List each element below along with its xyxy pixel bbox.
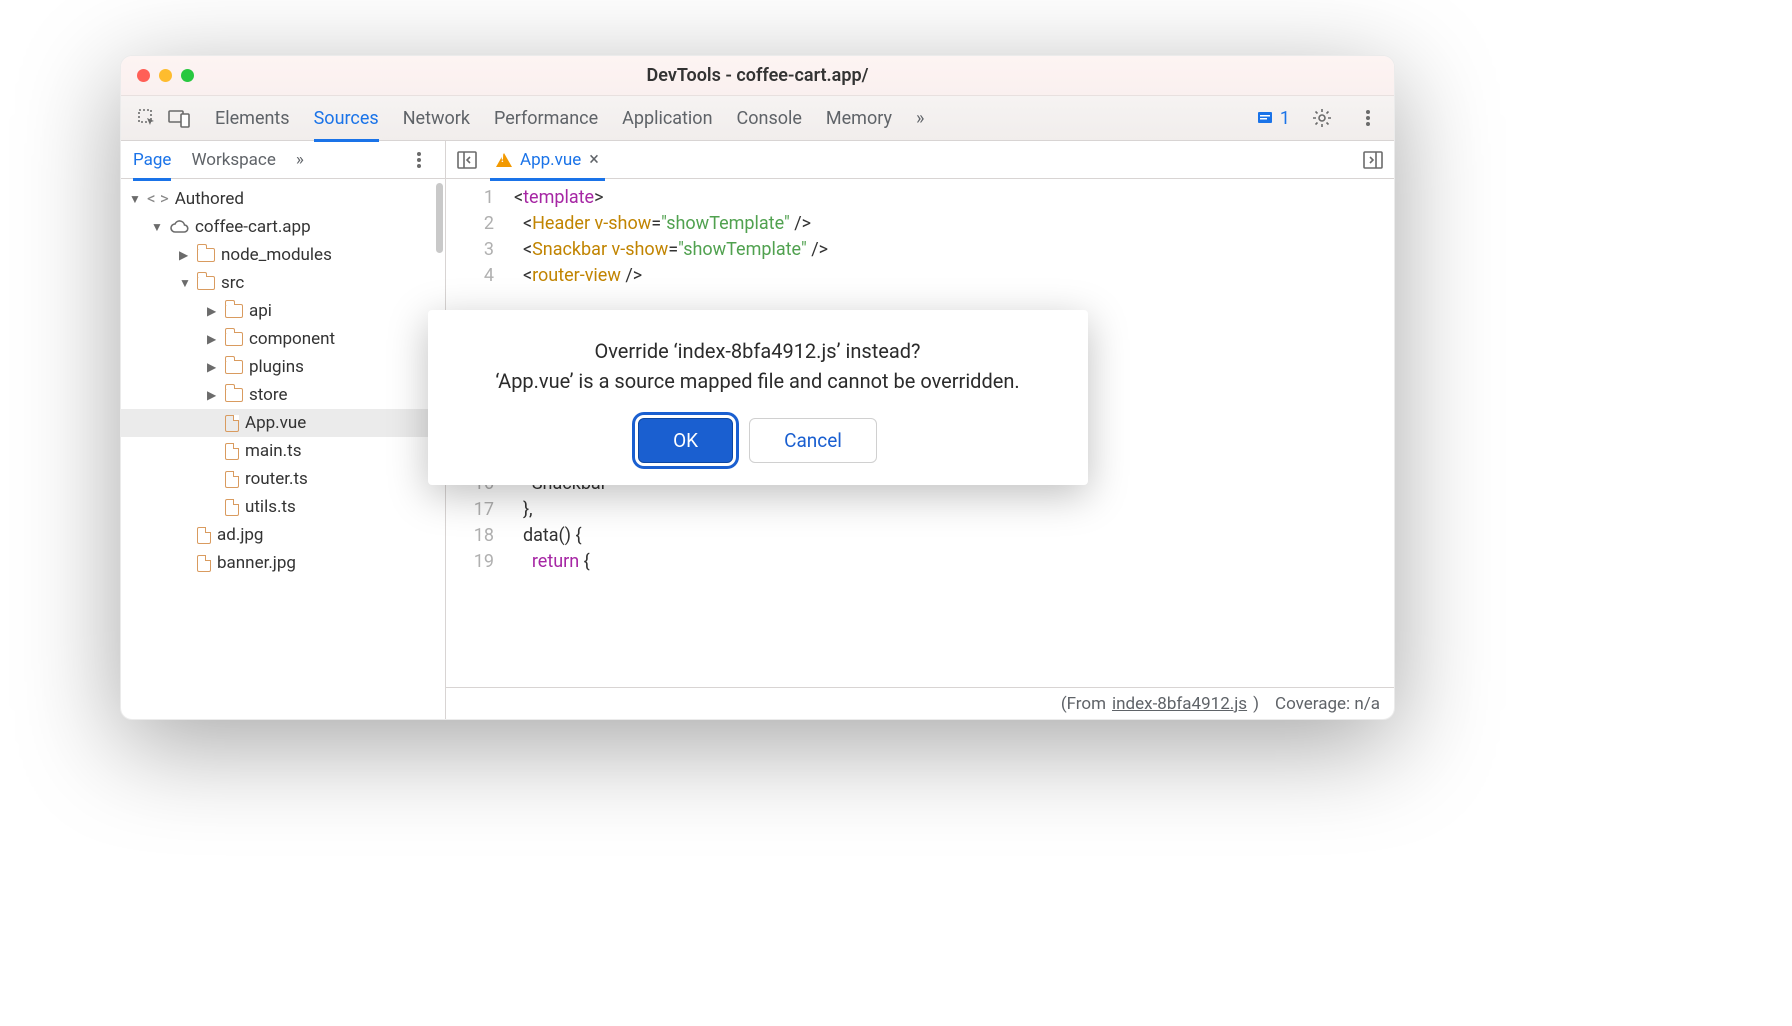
- kebab-menu-icon[interactable]: [1354, 104, 1382, 132]
- tree-folder-components[interactable]: ▶component: [121, 325, 445, 353]
- tabs-overflow[interactable]: »: [916, 98, 924, 139]
- toggle-debugger-icon[interactable]: [1360, 147, 1386, 173]
- toggle-navigator-icon[interactable]: [454, 147, 480, 173]
- file-icon: [225, 415, 239, 432]
- subtab-page[interactable]: Page: [133, 142, 171, 181]
- tab-elements[interactable]: Elements: [215, 98, 290, 139]
- panel-tabs: Elements Sources Network Performance App…: [215, 98, 1252, 139]
- tree-label: App.vue: [245, 413, 306, 433]
- tree-folder-store[interactable]: ▶store: [121, 381, 445, 409]
- tree-file-banner-jpg[interactable]: banner.jpg: [121, 549, 445, 577]
- tab-memory[interactable]: Memory: [826, 98, 892, 139]
- folder-icon: [225, 360, 243, 374]
- tree-label: ad.jpg: [217, 525, 263, 545]
- tree-scrollbar[interactable]: [436, 183, 443, 253]
- window-controls: [137, 69, 194, 82]
- zoom-window-button[interactable]: [181, 69, 194, 82]
- source-from-prefix: (From: [1061, 694, 1106, 714]
- file-icon: [197, 555, 211, 572]
- tab-network[interactable]: Network: [403, 98, 470, 139]
- editor-tab-app-vue[interactable]: App.vue ×: [490, 141, 605, 181]
- tree-label: Authored: [175, 189, 244, 209]
- tree-label: plugins: [249, 357, 304, 377]
- tab-console[interactable]: Console: [737, 98, 802, 139]
- file-tree[interactable]: ▼< >Authored ▼coffee-cart.app ▶node_modu…: [121, 179, 445, 719]
- override-dialog: Override ‘index-8bfa4912.js’ instead? ‘A…: [428, 310, 1088, 485]
- close-tab-icon[interactable]: ×: [589, 149, 599, 170]
- tree-label: banner.jpg: [217, 553, 296, 573]
- tree-label: store: [249, 385, 287, 405]
- tree-file-ad-jpg[interactable]: ad.jpg: [121, 521, 445, 549]
- ok-button[interactable]: OK: [638, 418, 733, 463]
- tree-file-main-ts[interactable]: main.ts: [121, 437, 445, 465]
- inspect-icon[interactable]: [133, 104, 161, 132]
- tab-performance[interactable]: Performance: [494, 98, 598, 139]
- subtab-workspace[interactable]: Workspace: [191, 142, 275, 178]
- minimize-window-button[interactable]: [159, 69, 172, 82]
- tab-application[interactable]: Application: [622, 98, 712, 139]
- tree-file-utils-ts[interactable]: utils.ts: [121, 493, 445, 521]
- folder-icon: [197, 248, 215, 262]
- editor-tabs: App.vue ×: [446, 141, 1394, 179]
- editor-statusbar: (From index-8bfa4912.js) Coverage: n/a: [446, 687, 1394, 719]
- cancel-button[interactable]: Cancel: [749, 418, 877, 463]
- issues-button[interactable]: 1: [1256, 108, 1290, 129]
- warning-icon: [496, 153, 512, 167]
- tree-folder-src[interactable]: ▼src: [121, 269, 445, 297]
- tree-file-app-vue[interactable]: App.vue: [121, 409, 445, 437]
- settings-icon[interactable]: [1308, 104, 1336, 132]
- tree-label: component: [249, 329, 335, 349]
- tree-folder-plugins[interactable]: ▶plugins: [121, 353, 445, 381]
- source-from-suffix: ): [1253, 694, 1259, 714]
- navigator-pane: Page Workspace » ▼< >Authored ▼coffee-ca…: [121, 141, 446, 719]
- tree-label: router.ts: [245, 469, 308, 489]
- titlebar: DevTools - coffee-cart.app/: [121, 56, 1394, 96]
- file-icon: [225, 499, 239, 516]
- tree-label: main.ts: [245, 441, 302, 461]
- tree-label: src: [221, 273, 244, 293]
- file-icon: [225, 443, 239, 460]
- folder-icon: [225, 304, 243, 318]
- tree-folder-node-modules[interactable]: ▶node_modules: [121, 241, 445, 269]
- source-from-link[interactable]: index-8bfa4912.js: [1112, 694, 1247, 714]
- folder-icon: [197, 276, 215, 290]
- tree-folder-api[interactable]: ▶api: [121, 297, 445, 325]
- navigator-tabs: Page Workspace »: [121, 141, 445, 179]
- dialog-line-1: Override ‘index-8bfa4912.js’ instead?: [452, 336, 1064, 366]
- tree-site[interactable]: ▼coffee-cart.app: [121, 213, 445, 241]
- editor-tab-label: App.vue: [520, 150, 581, 170]
- tree-label: utils.ts: [245, 497, 296, 517]
- window-title: DevTools - coffee-cart.app/: [647, 65, 869, 86]
- device-toggle-icon[interactable]: [165, 104, 193, 132]
- tree-file-router-ts[interactable]: router.ts: [121, 465, 445, 493]
- tab-sources[interactable]: Sources: [314, 98, 379, 142]
- devtools-window: DevTools - coffee-cart.app/ Elements Sou…: [120, 55, 1395, 720]
- issues-count: 1: [1280, 108, 1290, 129]
- tree-label: coffee-cart.app: [195, 217, 311, 237]
- tree-label: node_modules: [221, 245, 332, 265]
- navigator-menu-icon[interactable]: [405, 146, 433, 174]
- folder-icon: [225, 388, 243, 402]
- file-icon: [225, 471, 239, 488]
- main-toolbar: Elements Sources Network Performance App…: [121, 96, 1394, 141]
- close-window-button[interactable]: [137, 69, 150, 82]
- file-icon: [197, 527, 211, 544]
- dialog-line-2: ‘App.vue’ is a source mapped file and ca…: [452, 366, 1064, 396]
- folder-icon: [225, 332, 243, 346]
- tree-label: api: [249, 301, 272, 321]
- subtabs-overflow[interactable]: »: [296, 142, 304, 178]
- coverage-text: Coverage: n/a: [1275, 694, 1380, 714]
- tree-root-authored[interactable]: ▼< >Authored: [121, 185, 445, 213]
